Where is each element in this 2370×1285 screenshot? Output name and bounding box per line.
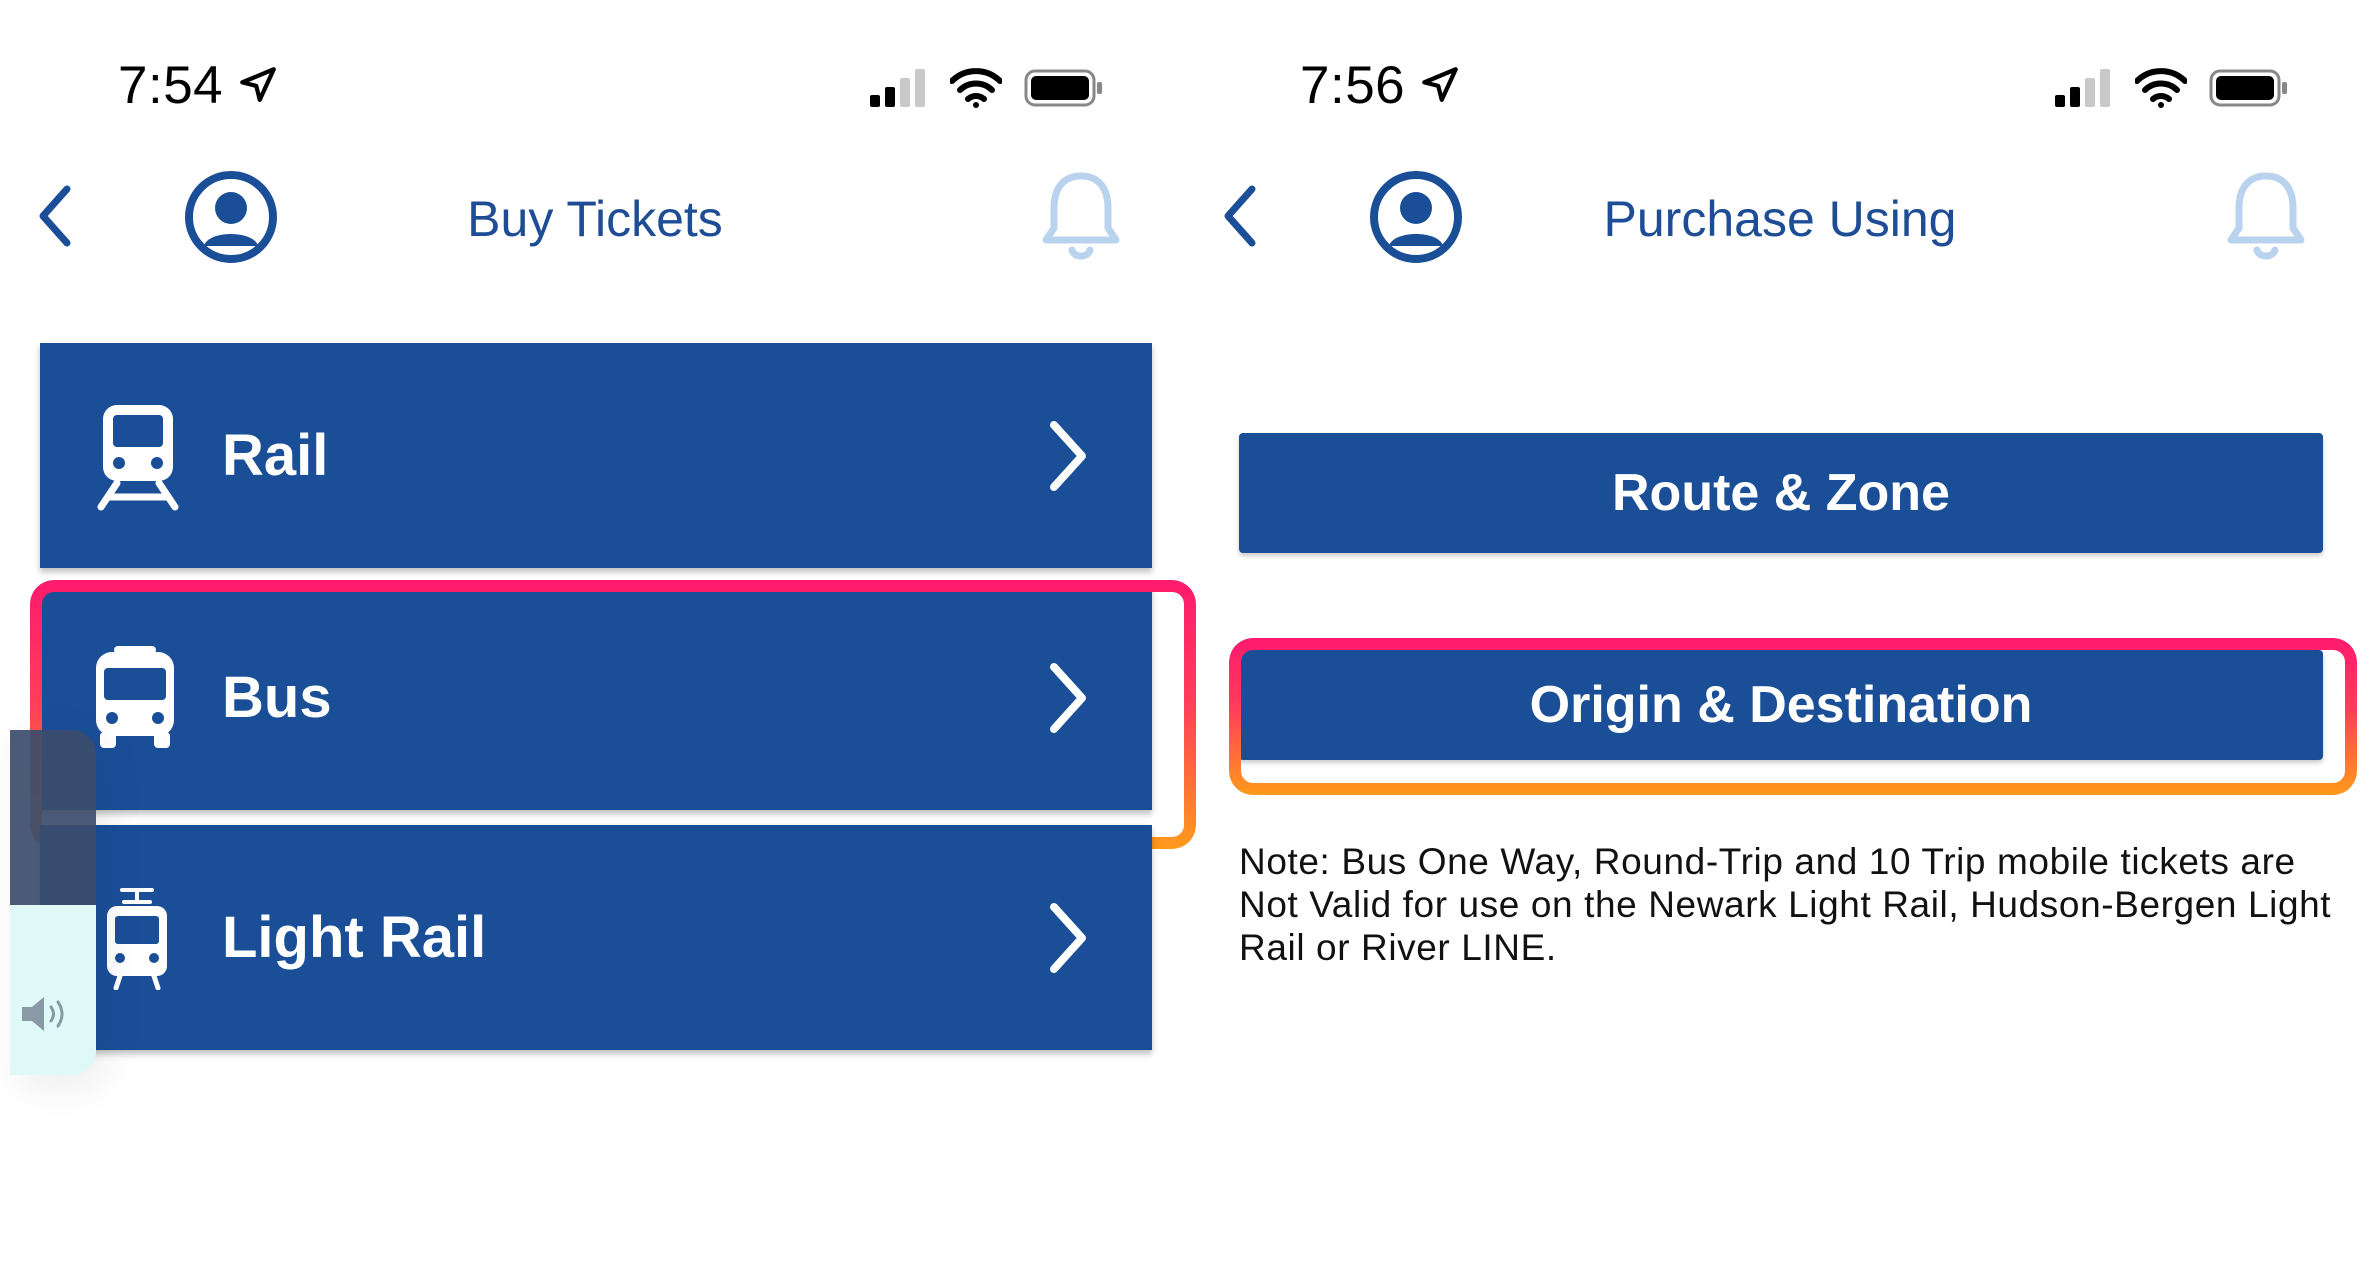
mode-item-bus[interactable]: Bus xyxy=(40,585,1152,810)
chevron-right-icon xyxy=(1050,662,1086,733)
validity-note: Note: Bus One Way, Round-Trip and 10 Tri… xyxy=(1239,841,2332,968)
status-icons xyxy=(2055,68,2289,108)
speak-panel-body xyxy=(10,905,96,1075)
notification-bell-icon[interactable] xyxy=(1040,170,1122,262)
page-title: Purchase Using xyxy=(1603,191,1957,247)
bus-icon xyxy=(96,645,174,748)
profile-avatar-icon[interactable] xyxy=(1369,170,1463,264)
profile-avatar-icon[interactable] xyxy=(184,170,278,264)
back-chevron-icon[interactable] xyxy=(1220,185,1260,247)
battery-icon xyxy=(2209,69,2287,107)
battery-icon xyxy=(1024,69,1102,107)
cellular-signal-icon xyxy=(870,69,925,107)
mode-item-rail[interactable]: Rail xyxy=(40,343,1152,568)
speak-selection-panel[interactable] xyxy=(10,730,96,1075)
speaker-icon[interactable] xyxy=(18,992,74,1036)
purchase-using-screen: 7:56 Purchase Using Route & Zone Origin … xyxy=(1185,0,2370,1285)
status-time: 7:54 xyxy=(118,55,224,115)
mode-item-label: Rail xyxy=(222,423,329,488)
location-arrow-icon xyxy=(240,67,277,102)
wifi-icon xyxy=(950,68,1002,108)
location-arrow-icon xyxy=(1422,67,1459,102)
chevron-right-icon xyxy=(1050,902,1086,973)
status-bar-time-group: 7:54 xyxy=(118,55,279,115)
route-zone-button[interactable]: Route & Zone xyxy=(1239,433,2323,553)
status-bar-time-group: 7:56 xyxy=(1300,55,1461,115)
cellular-signal-icon xyxy=(2055,69,2110,107)
page-title: Buy Tickets xyxy=(467,191,723,247)
origin-destination-button[interactable]: Origin & Destination xyxy=(1239,650,2323,760)
buy-tickets-screen: 7:54 Buy Tickets Rail Bus Light Rail xyxy=(0,0,1185,1285)
back-chevron-icon[interactable] xyxy=(35,185,75,247)
status-icons xyxy=(870,68,1104,108)
light-rail-icon xyxy=(107,887,167,990)
mode-item-label: Light Rail xyxy=(222,905,487,970)
mode-item-light-rail[interactable]: Light Rail xyxy=(40,825,1152,1050)
status-time: 7:56 xyxy=(1300,55,1406,115)
wifi-icon xyxy=(2135,68,2187,108)
train-icon xyxy=(97,404,179,510)
chevron-right-icon xyxy=(1050,420,1086,491)
mode-item-label: Bus xyxy=(222,665,332,730)
speak-panel-handle[interactable] xyxy=(10,730,96,905)
notification-bell-icon[interactable] xyxy=(2225,170,2307,262)
